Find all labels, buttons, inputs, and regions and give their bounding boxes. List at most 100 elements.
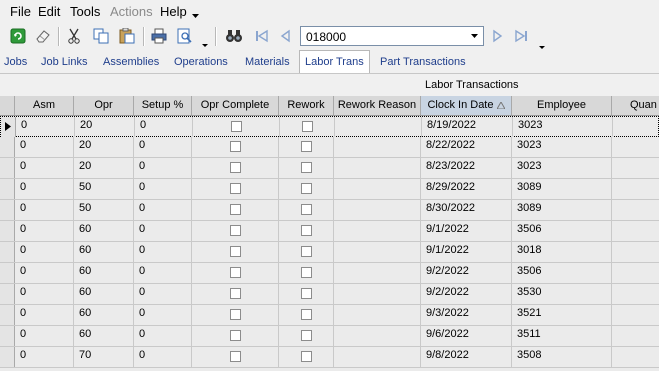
cell-setup[interactable]: 0 bbox=[134, 200, 192, 220]
table-row[interactable]: 0 60 0 9/2/2022 3530 bbox=[0, 284, 659, 305]
cell-rework-reason[interactable] bbox=[334, 347, 421, 367]
cell-setup[interactable]: 0 bbox=[134, 284, 192, 304]
cell-opr-complete[interactable] bbox=[192, 326, 279, 346]
cell-clock-in-date[interactable]: 8/30/2022 bbox=[421, 200, 512, 220]
row-selector[interactable] bbox=[0, 221, 15, 241]
tab-labor-trans[interactable]: Labor Trans bbox=[299, 50, 370, 73]
cell-setup[interactable]: 0 bbox=[134, 179, 192, 199]
opr-complete-checkbox[interactable] bbox=[231, 121, 242, 132]
table-row[interactable]: 0 60 0 9/6/2022 3511 bbox=[0, 326, 659, 347]
opr-complete-checkbox[interactable] bbox=[230, 288, 241, 299]
print-icon[interactable] bbox=[149, 25, 169, 47]
refresh-icon[interactable] bbox=[8, 25, 28, 47]
tab-part-transactions[interactable]: Part Transactions bbox=[380, 56, 466, 68]
rework-checkbox[interactable] bbox=[302, 121, 313, 132]
table-row[interactable]: 0 60 0 9/1/2022 3506 bbox=[0, 221, 659, 242]
cell-clock-in-date[interactable]: 9/2/2022 bbox=[421, 284, 512, 304]
cell-asm[interactable]: 0 bbox=[15, 263, 74, 283]
cell-rework[interactable] bbox=[279, 137, 334, 157]
cell-rework[interactable] bbox=[279, 158, 334, 178]
table-row[interactable]: 0 50 0 8/29/2022 3089 bbox=[0, 179, 659, 200]
cell-opr[interactable]: 20 bbox=[74, 158, 134, 178]
cell-rework[interactable] bbox=[279, 200, 334, 220]
cell-employee[interactable]: 3089 bbox=[512, 179, 612, 199]
cell-rework-reason[interactable] bbox=[334, 305, 421, 325]
combo-chevron-down-icon[interactable] bbox=[466, 27, 483, 45]
cell-opr-complete[interactable] bbox=[192, 263, 279, 283]
cell-clock-in-date[interactable]: 8/22/2022 bbox=[421, 137, 512, 157]
cell-setup[interactable]: 0 bbox=[134, 158, 192, 178]
opr-complete-checkbox[interactable] bbox=[230, 246, 241, 257]
cell-opr-complete[interactable] bbox=[192, 221, 279, 241]
rework-checkbox[interactable] bbox=[301, 225, 312, 236]
cell-opr-complete[interactable] bbox=[192, 179, 279, 199]
cell-opr-complete[interactable] bbox=[192, 347, 279, 367]
row-selector[interactable] bbox=[0, 158, 15, 178]
cell-opr-complete[interactable] bbox=[192, 305, 279, 325]
cell-quantity[interactable] bbox=[612, 221, 659, 241]
rework-checkbox[interactable] bbox=[301, 183, 312, 194]
copy-icon[interactable] bbox=[91, 25, 111, 47]
row-selector[interactable] bbox=[0, 347, 15, 367]
table-row[interactable]: 0 60 0 9/3/2022 3521 bbox=[0, 305, 659, 326]
row-selector[interactable] bbox=[0, 179, 15, 199]
opr-complete-checkbox[interactable] bbox=[230, 141, 241, 152]
cut-icon[interactable] bbox=[64, 25, 84, 47]
cell-opr[interactable]: 60 bbox=[74, 221, 134, 241]
column-header-rework-reason[interactable]: Rework Reason bbox=[334, 96, 421, 115]
row-selector[interactable] bbox=[0, 326, 15, 346]
table-row[interactable]: 0 50 0 8/30/2022 3089 bbox=[0, 200, 659, 221]
column-header-setup[interactable]: Setup % bbox=[134, 96, 192, 115]
tab-jobs[interactable]: Jobs bbox=[4, 56, 27, 68]
menu-overflow-chevron-icon[interactable] bbox=[192, 8, 199, 22]
cell-clock-in-date[interactable]: 9/3/2022 bbox=[421, 305, 512, 325]
cell-asm[interactable]: 0 bbox=[15, 158, 74, 178]
cell-asm[interactable]: 0 bbox=[15, 326, 74, 346]
cell-quantity[interactable] bbox=[612, 347, 659, 367]
cell-employee[interactable]: 3508 bbox=[512, 347, 612, 367]
row-selector[interactable] bbox=[0, 305, 15, 325]
menu-help[interactable]: Help bbox=[160, 4, 187, 19]
cell-setup[interactable]: 0 bbox=[134, 263, 192, 283]
cell-opr-complete[interactable] bbox=[192, 158, 279, 178]
cell-opr-complete[interactable] bbox=[192, 200, 279, 220]
cell-rework-reason[interactable] bbox=[334, 158, 421, 178]
cell-quantity[interactable] bbox=[613, 117, 659, 137]
cell-rework[interactable] bbox=[279, 284, 334, 304]
cell-rework-reason[interactable] bbox=[334, 242, 421, 262]
cell-clock-in-date[interactable]: 9/6/2022 bbox=[421, 326, 512, 346]
cell-rework[interactable] bbox=[279, 326, 334, 346]
cell-quantity[interactable] bbox=[612, 137, 659, 157]
cell-setup[interactable]: 0 bbox=[134, 347, 192, 367]
cell-asm[interactable]: 0 bbox=[15, 137, 74, 157]
opr-complete-checkbox[interactable] bbox=[230, 162, 241, 173]
cell-quantity[interactable] bbox=[612, 242, 659, 262]
menu-tools[interactable]: Tools bbox=[70, 4, 100, 19]
cell-rework-reason[interactable] bbox=[334, 137, 421, 157]
cell-employee[interactable]: 3023 bbox=[512, 137, 612, 157]
table-row[interactable]: 0 70 0 9/8/2022 3508 bbox=[0, 347, 659, 368]
column-header-opr-complete[interactable]: Opr Complete bbox=[192, 96, 279, 115]
opr-complete-checkbox[interactable] bbox=[230, 225, 241, 236]
binoculars-search-icon[interactable] bbox=[224, 25, 244, 47]
cell-employee[interactable]: 3530 bbox=[512, 284, 612, 304]
menu-file[interactable]: File bbox=[10, 4, 31, 19]
opr-complete-checkbox[interactable] bbox=[230, 351, 241, 362]
rework-checkbox[interactable] bbox=[301, 351, 312, 362]
cell-opr[interactable]: 50 bbox=[74, 179, 134, 199]
cell-opr[interactable]: 20 bbox=[75, 117, 135, 137]
column-header-quantity[interactable]: Quan bbox=[612, 96, 659, 115]
rework-checkbox[interactable] bbox=[301, 141, 312, 152]
eraser-icon[interactable] bbox=[33, 25, 53, 47]
cell-clock-in-date[interactable]: 8/29/2022 bbox=[421, 179, 512, 199]
row-selector[interactable] bbox=[0, 263, 15, 283]
cell-rework[interactable] bbox=[279, 347, 334, 367]
cell-asm[interactable]: 0 bbox=[15, 242, 74, 262]
menu-actions[interactable]: Actions bbox=[110, 4, 153, 19]
table-row[interactable]: 0 20 0 8/23/2022 3023 bbox=[0, 158, 659, 179]
cell-asm[interactable]: 0 bbox=[15, 305, 74, 325]
column-header-opr[interactable]: Opr bbox=[74, 96, 134, 115]
cell-rework[interactable] bbox=[279, 221, 334, 241]
cell-rework[interactable] bbox=[279, 242, 334, 262]
cell-quantity[interactable] bbox=[612, 305, 659, 325]
